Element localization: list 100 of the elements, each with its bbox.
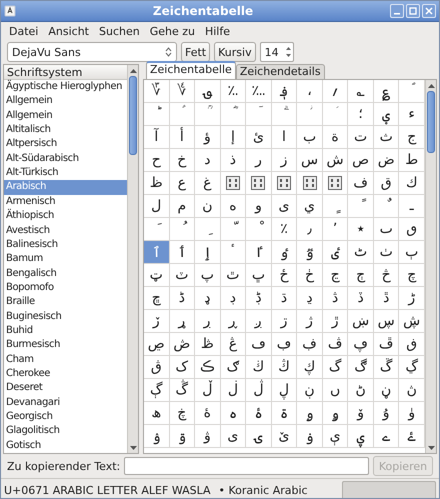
glyph-cell[interactable]: ڻ: [348, 379, 374, 402]
glyph-cell[interactable]: ڝ: [144, 333, 170, 356]
glyph-cell[interactable]: م: [170, 195, 196, 218]
glyph-cell[interactable]: ڋ: [246, 287, 272, 310]
glyph-cell[interactable]: ٽ: [170, 264, 196, 287]
glyph-cell[interactable]: ۍ: [246, 425, 272, 448]
glyph-cell[interactable]: ۑ: [348, 425, 374, 448]
glyph-cell[interactable]: ے: [374, 425, 400, 448]
menu-item[interactable]: Gehe zu: [144, 24, 200, 38]
tab[interactable]: Zeichendetails: [236, 64, 325, 79]
glyph-cell[interactable]: إ: [220, 126, 246, 149]
glyph-cell[interactable]: ث: [374, 126, 400, 149]
grid-scrollbar[interactable]: [425, 80, 436, 453]
glyph-cell[interactable]: ک: [170, 356, 196, 379]
glyph-cell[interactable]: ۊ: [170, 425, 196, 448]
glyph-cell[interactable]: ڐ: [374, 287, 400, 310]
glyph-cell[interactable]: [220, 172, 246, 195]
glyph-cell[interactable]: ٪: [272, 218, 298, 241]
glyph-cell[interactable]: غ: [195, 172, 221, 195]
glyph-cell[interactable]: ں: [322, 379, 348, 402]
script-item[interactable]: Balinesisch: [4, 238, 127, 252]
glyph-cell[interactable]: ؋: [272, 80, 298, 103]
bold-button[interactable]: Fett: [181, 42, 210, 62]
glyph-cell[interactable]: ڨ: [144, 356, 170, 379]
glyph-cell[interactable]: ل: [144, 195, 170, 218]
glyph-cell[interactable]: ڿ: [170, 402, 196, 425]
glyph-cell[interactable]: ڟ: [195, 333, 221, 356]
glyph-cell[interactable]: ر: [246, 149, 272, 172]
glyph-cell[interactable]: ؤ: [195, 126, 221, 149]
glyph-cell[interactable]: ێ: [272, 425, 298, 448]
glyph-cell[interactable]: ڀ: [246, 264, 272, 287]
script-item[interactable]: Allgemein: [4, 94, 127, 109]
glyph-cell[interactable]: ؇: [170, 80, 196, 103]
glyph-cell[interactable]: ۋ: [195, 425, 221, 448]
script-item[interactable]: Äthiopisch: [4, 209, 127, 224]
glyph-cell[interactable]: ڰ: [348, 356, 374, 379]
glyph-cell[interactable]: ڹ: [297, 379, 323, 402]
menu-item[interactable]: Hilfe: [200, 24, 236, 38]
glyph-cell[interactable]: ٭: [348, 218, 374, 241]
glyph-cell[interactable]: ت: [348, 126, 374, 149]
glyph-cell[interactable]: ڦ: [374, 333, 400, 356]
glyph-cell[interactable]: ڎ: [322, 287, 348, 310]
glyph-cell[interactable]: ز: [272, 149, 298, 172]
scroll-up-icon[interactable]: [428, 84, 434, 88]
glyph-cell[interactable]: ؉: [220, 80, 246, 103]
glyph-cell[interactable]: ڥ: [348, 333, 374, 356]
glyph-cell[interactable]: ۉ: [144, 425, 170, 448]
script-item[interactable]: Cherokee: [4, 366, 127, 382]
glyph-cell[interactable]: ۇ: [374, 402, 400, 425]
column-header[interactable]: Schriftsystem: [4, 65, 127, 80]
glyph-cell[interactable]: ۃ: [272, 402, 298, 425]
glyph-cell[interactable]: ٴ: [220, 241, 246, 264]
font-dropdown[interactable]: DejaVu Sans: [7, 42, 177, 62]
script-item[interactable]: Bamum: [4, 252, 127, 267]
glyph-cell[interactable]: ڳ: [144, 379, 170, 402]
glyph-cell[interactable]: ۆ: [348, 402, 374, 425]
glyph-cell[interactable]: ض: [374, 149, 400, 172]
menu-item[interactable]: Datei: [4, 24, 44, 38]
glyph-cell[interactable]: ً: [348, 195, 374, 218]
scroll-thumb[interactable]: [427, 91, 435, 153]
script-item[interactable]: Bopomofo: [4, 280, 127, 296]
script-item[interactable]: Alt-Türkisch: [4, 166, 127, 180]
menu-item[interactable]: Ansicht: [43, 24, 94, 38]
glyph-cell[interactable]: ى: [272, 195, 298, 218]
script-item[interactable]: Burmesisch: [4, 338, 127, 353]
glyph-cell[interactable]: ّ: [220, 218, 246, 241]
glyph-cell[interactable]: ڈ: [170, 287, 196, 310]
script-item[interactable]: Braille: [4, 295, 127, 310]
glyph-cell[interactable]: ۅ: [322, 402, 348, 425]
glyph-cell[interactable]: ؎: [348, 80, 374, 103]
glyph-cell[interactable]: ڸ: [272, 379, 298, 402]
glyph-cell[interactable]: ئ: [246, 126, 272, 149]
glyph-cell[interactable]: ڶ: [220, 379, 246, 402]
glyph-cell[interactable]: ؊: [246, 80, 272, 103]
maximize-button[interactable]: [406, 4, 420, 18]
glyph-cell[interactable]: ڪ: [195, 356, 221, 379]
glyph-cell[interactable]: ڂ: [297, 264, 323, 287]
glyph-cell[interactable]: ب: [297, 126, 323, 149]
glyph-cell[interactable]: و: [246, 195, 272, 218]
scroll-thumb[interactable]: [129, 76, 137, 155]
glyph-cell[interactable]: ؑ: [170, 103, 196, 126]
glyph-cell[interactable]: ڗ: [272, 310, 298, 333]
glyph-cell[interactable]: ؒ: [195, 103, 221, 126]
glyph-cell[interactable]: گ: [322, 356, 348, 379]
script-item[interactable]: Altitalisch: [4, 123, 127, 138]
glyph-cell[interactable]: [272, 172, 298, 195]
italic-button[interactable]: Kursiv: [214, 42, 256, 62]
glyph-cell[interactable]: ۄ: [297, 402, 323, 425]
glyph-cell[interactable]: ف: [348, 172, 374, 195]
glyph-cell[interactable]: ٺ: [374, 241, 400, 264]
glyph-cell[interactable]: ڒ: [144, 310, 170, 333]
glyph-cell[interactable]: ؠ: [374, 103, 400, 126]
glyph-cell[interactable]: ڕ: [220, 310, 246, 333]
glyph-cell[interactable]: ڮ: [297, 356, 323, 379]
glyph-cell[interactable]: ڡ: [246, 333, 272, 356]
glyph-cell[interactable]: ؖ: [272, 103, 298, 126]
glyph-cell[interactable]: ڏ: [348, 287, 374, 310]
script-item[interactable]: Avestisch: [4, 224, 127, 238]
glyph-cell[interactable]: ڛ: [374, 310, 400, 333]
script-item[interactable]: Gotisch: [4, 438, 127, 453]
